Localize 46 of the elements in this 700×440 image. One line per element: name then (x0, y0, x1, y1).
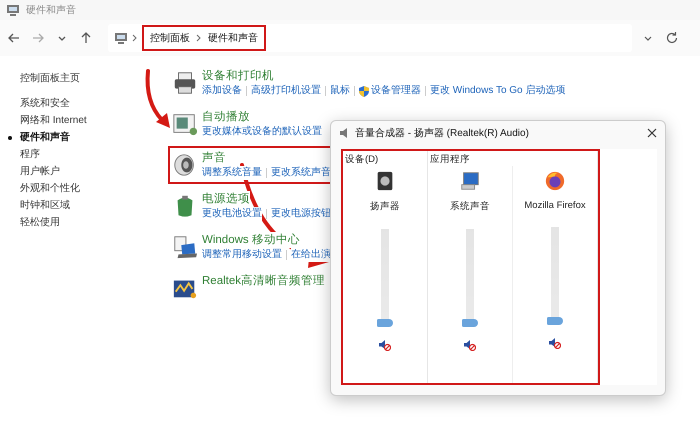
category-title[interactable]: Realtek高清晰音频管理 (202, 273, 325, 289)
chevron-right-icon (132, 34, 138, 42)
category-link[interactable]: 调整系统音量 (202, 166, 262, 180)
sidebar-item[interactable]: 网络和 Internet (7, 112, 87, 129)
sidebar-item[interactable]: 轻松使用 (7, 214, 60, 231)
channel-name: 系统声音 (450, 200, 490, 213)
sidebar-item[interactable]: 程序 (7, 146, 40, 163)
category-link[interactable]: 设备管理器 (359, 84, 421, 98)
printer-icon (172, 70, 198, 96)
control-panel-icon (6, 4, 20, 16)
sidebar-item[interactable]: 系统和安全 (7, 95, 70, 112)
category-title[interactable]: 自动播放 (202, 109, 250, 125)
window-title: 硬件和声音 (26, 4, 76, 17)
category-link[interactable]: 在给出演 (291, 248, 331, 262)
refresh-icon[interactable] (664, 30, 680, 46)
chevron-right-icon (196, 34, 202, 42)
control-panel-icon (114, 32, 128, 44)
monitor-icon (459, 170, 481, 192)
muted-speaker-icon[interactable] (549, 337, 561, 349)
sidebar-item[interactable]: 时钟和区域 (7, 197, 70, 214)
firefox-icon (544, 170, 566, 192)
sidebar-item[interactable]: 外观和个性化 (7, 180, 80, 197)
slider-thumb[interactable] (462, 319, 478, 327)
section-label: 应用程序 (429, 153, 471, 166)
breadcrumb-item[interactable]: 控制面板 (150, 31, 190, 45)
sidebar-item[interactable]: 硬件和声音 (7, 129, 70, 146)
shield-icon (359, 86, 369, 96)
slider-thumb[interactable] (377, 319, 393, 327)
slider-thumb[interactable] (547, 317, 563, 325)
category-title[interactable]: Windows 移动中心 (202, 232, 300, 248)
category-link[interactable]: 更改电池设置 (202, 207, 262, 221)
category-title[interactable]: 设备和打印机 (202, 68, 274, 84)
category-title[interactable]: 电源选项 (202, 191, 250, 207)
address-bar[interactable]: 控制面板 硬件和声音 (108, 24, 632, 52)
window-title: 音量合成器 - 扬声器 (Realtek(R) Audio) (355, 126, 530, 140)
channel-name: 扬声器 (370, 200, 400, 213)
section-label: 设备(D) (344, 153, 380, 166)
sidebar-item[interactable]: 用户帐户 (7, 163, 60, 180)
channel-name: Mozilla Firefox (524, 200, 586, 211)
sidebar-item[interactable]: 控制面板主页 (7, 70, 80, 87)
speaker-icon (339, 127, 349, 139)
muted-speaker-icon[interactable] (379, 339, 391, 351)
muted-speaker-icon[interactable] (464, 339, 476, 351)
breadcrumb-item[interactable]: 硬件和声音 (208, 31, 258, 45)
close-icon[interactable] (647, 128, 657, 138)
laptop-icon (172, 234, 198, 260)
